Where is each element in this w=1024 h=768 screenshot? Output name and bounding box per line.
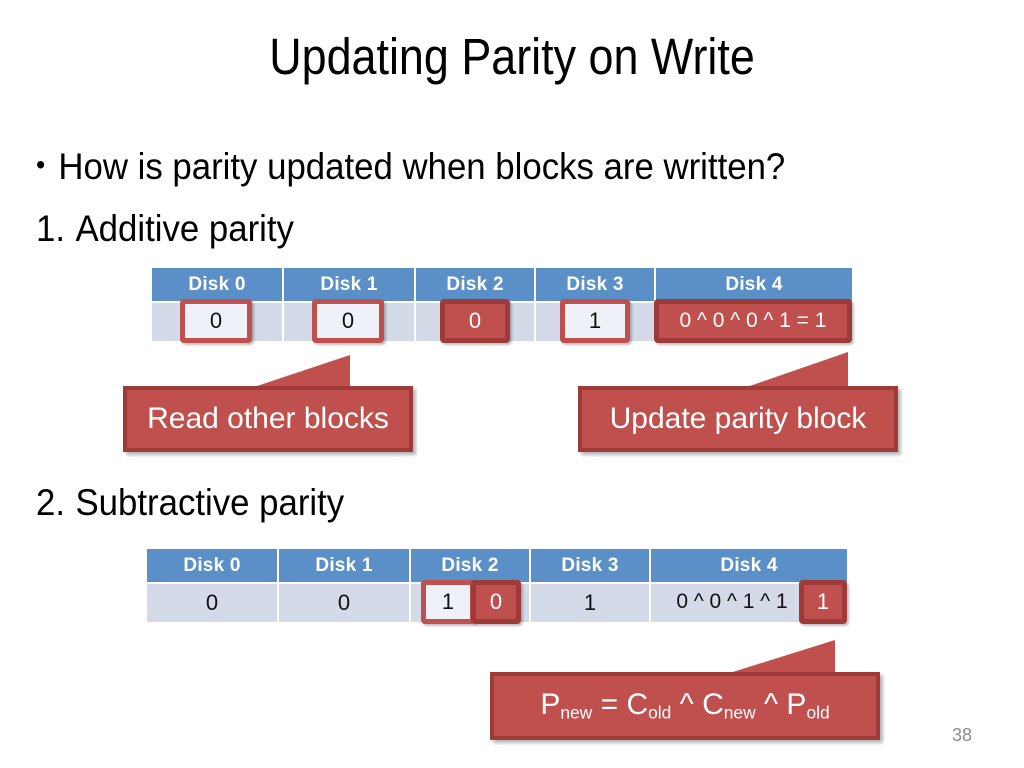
bullet-question-text: How is parity updated when blocks are wr… [58, 146, 786, 187]
column-header-disk0: Disk 0 [147, 549, 277, 582]
table-header-row: Disk 0 Disk 1 Disk 2 Disk 3 Disk 4 [152, 268, 852, 301]
page-number: 38 [951, 725, 972, 745]
column-header-disk2: Disk 2 [416, 268, 534, 301]
highlight-box-disk2-old: 1 [421, 580, 475, 624]
column-header-disk4: Disk 4 [656, 268, 852, 301]
cell-disk1: 0 [284, 299, 414, 343]
list-item-subtractive-number: 2. [36, 482, 66, 523]
cell-disk4: 0 ^ 0 ^ 1 ^ 1 1 [651, 580, 847, 624]
column-header-disk1: Disk 1 [279, 549, 409, 582]
table-row: 0 0 1 0 1 0 ^ 0 ^ 1 ^ 1 1 [147, 580, 847, 624]
highlight-box-disk0: 0 [180, 299, 252, 343]
table-header-row: Disk 0 Disk 1 Disk 2 Disk 3 Disk 4 [147, 549, 847, 582]
highlight-box-disk2-new: 0 [471, 580, 521, 624]
callout-read-other-blocks: Read other blocks [123, 386, 413, 452]
highlight-box-disk3: 1 [560, 299, 630, 343]
page-title: Updating Parity on Write [269, 28, 755, 85]
list-item-additive: 1. Additive parity [36, 207, 294, 251]
callout-tail-update [738, 352, 848, 390]
cell-disk3: 1 [531, 584, 649, 622]
callout-parity-formula: Pnew = Cold ^ Cnew ^ Pold [490, 672, 880, 740]
column-header-disk4: Disk 4 [651, 549, 847, 582]
list-item-additive-number: 1. [36, 208, 66, 249]
highlight-box-disk1: 0 [312, 299, 384, 343]
bullet-question: • How is parity updated when blocks are w… [36, 143, 785, 189]
table-additive-parity: Disk 0 Disk 1 Disk 2 Disk 3 Disk 4 0 0 0… [150, 266, 854, 343]
column-header-disk2: Disk 2 [411, 549, 529, 582]
list-item-subtractive: 2. Subtractive parity [36, 481, 344, 525]
table-row: 0 0 0 1 0 ^ 0 ^ 0 ^ 1 = 1 [152, 299, 852, 343]
cell-disk0: 0 [147, 584, 277, 622]
callout-update-parity-block: Update parity block [578, 386, 898, 452]
parity-formula-text: Pnew = Cold ^ Cnew ^ Pold [540, 688, 830, 723]
cell-disk3: 1 [536, 299, 654, 343]
cell-disk4: 0 ^ 0 ^ 0 ^ 1 = 1 [654, 299, 852, 343]
list-item-additive-label: Additive parity [75, 208, 294, 249]
cell-disk2: 0 [416, 299, 534, 343]
cell-disk0: 0 [152, 299, 282, 343]
cell-disk1: 0 [279, 584, 409, 622]
column-header-disk0: Disk 0 [152, 268, 282, 301]
table-subtractive-parity: Disk 0 Disk 1 Disk 2 Disk 3 Disk 4 0 0 1… [145, 547, 849, 624]
column-header-disk3: Disk 3 [531, 549, 649, 582]
column-header-disk1: Disk 1 [284, 268, 414, 301]
highlight-box-disk4-new-parity: 1 [799, 580, 847, 624]
bullet-marker-icon: • [36, 149, 46, 180]
highlight-box-disk4-parity: 0 ^ 0 ^ 0 ^ 1 = 1 [654, 299, 852, 343]
callout-tail-read [245, 355, 350, 390]
cell-disk4-parity-expression: 0 ^ 0 ^ 1 ^ 1 [676, 590, 788, 613]
cell-disk2: 1 0 [411, 580, 529, 624]
list-item-subtractive-label: Subtractive parity [75, 482, 345, 523]
callout-tail-formula [720, 640, 835, 676]
highlight-box-disk2: 0 [440, 299, 510, 343]
column-header-disk3: Disk 3 [536, 268, 654, 301]
